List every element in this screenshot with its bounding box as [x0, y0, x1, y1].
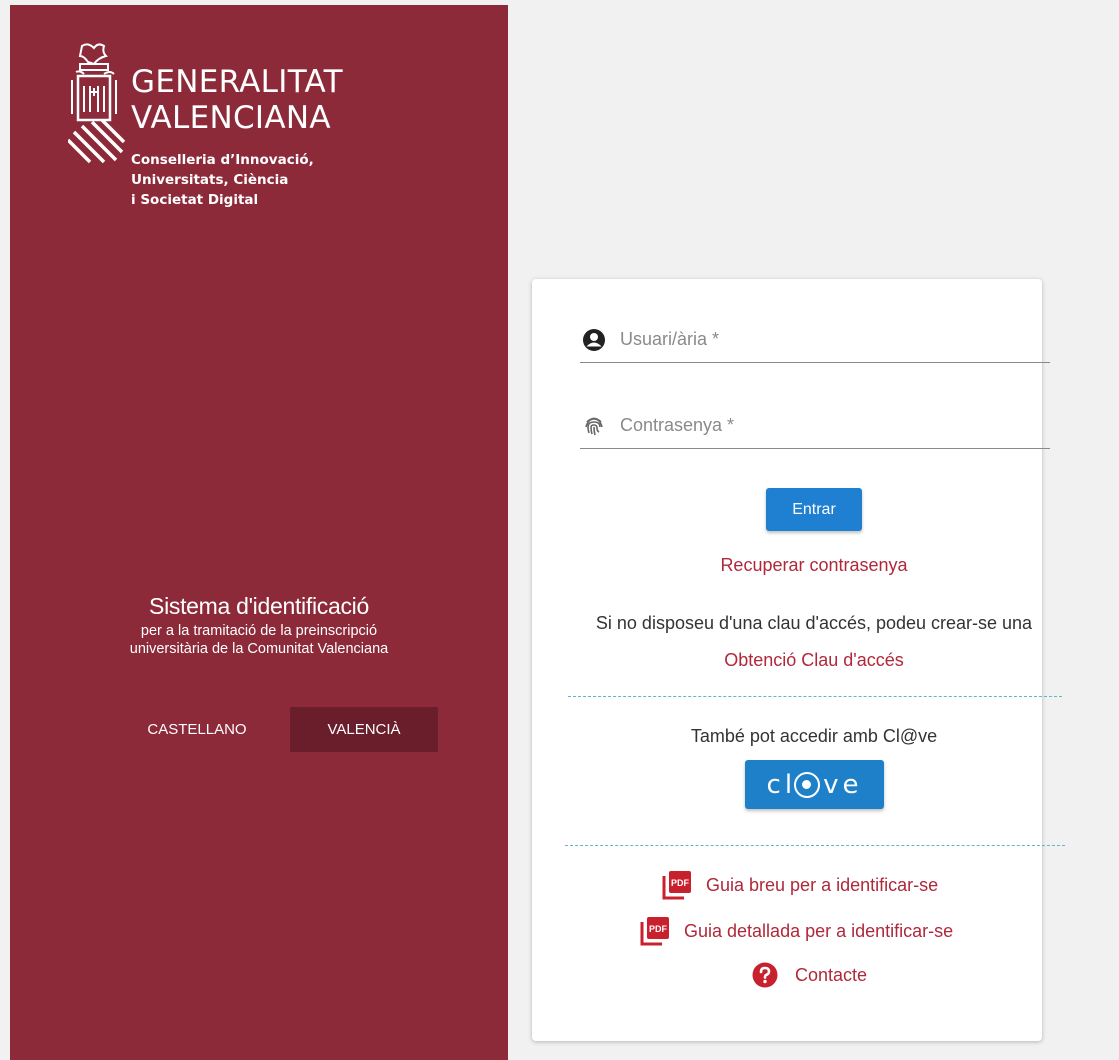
clave-at-icon	[794, 771, 821, 798]
clave-prompt: També pot accedir amb Cl@ve	[690, 726, 938, 746]
section-divider	[568, 696, 1062, 697]
detailed-guide-label: Guia detallada per a identificar-se	[684, 920, 954, 941]
username-field	[580, 316, 1050, 363]
detailed-guide-link[interactable]: PDF Guia detallada per a identificar-se	[640, 916, 953, 946]
logo-title: GENERALITAT VALENCIANA	[131, 64, 343, 136]
password-input[interactable]	[620, 410, 1040, 440]
section-divider	[565, 845, 1065, 846]
pdf-file-icon: PDF	[662, 871, 691, 900]
pdf-file-icon: PDF	[640, 917, 669, 946]
brand-panel: GENERALITAT VALENCIANA Conselleria d’Inn…	[10, 5, 508, 1060]
username-input[interactable]	[620, 324, 1040, 354]
department-line2: Universitats, Ciència	[131, 172, 289, 188]
logo-title-line1: GENERALITAT	[131, 64, 343, 100]
system-title: Sistema d'identificació	[149, 593, 369, 619]
department-line3: i Societat Digital	[131, 192, 259, 208]
obtain-access-key-link[interactable]: Obtenció Clau d'accés	[532, 650, 1096, 671]
generalitat-logo: GENERALITAT VALENCIANA Conselleria d’Inn…	[68, 42, 378, 222]
clave-logo-left: cl	[766, 769, 797, 800]
language-valencia-button[interactable]: VALENCIÀ	[290, 707, 438, 752]
generalitat-emblem-icon	[68, 43, 126, 164]
help-circle-icon	[752, 962, 778, 988]
account-circle-icon	[583, 329, 605, 351]
pdf-badge: PDF	[649, 924, 668, 934]
system-info: Sistema d'identificació per a la tramita…	[10, 592, 508, 658]
clave-login-button[interactable]: cl ve	[745, 760, 884, 809]
contact-link[interactable]: Contacte	[752, 962, 867, 988]
short-guide-link[interactable]: PDF Guia breu per a identificar-se	[662, 870, 938, 900]
short-guide-label: Guia breu per a identificar-se	[706, 874, 939, 895]
fingerprint-icon	[585, 417, 603, 436]
language-castellano-button[interactable]: CASTELLANO	[127, 707, 267, 752]
no-access-key-text: Si no disposeu d'una clau d'accés, podeu…	[595, 613, 1033, 633]
department-line1: Conselleria d’Innovació,	[131, 152, 314, 168]
contact-label: Contacte	[795, 964, 868, 985]
system-subtitle-line1: per a la tramitació de la preinscripció	[140, 623, 378, 639]
clave-logo-right: ve	[823, 769, 863, 800]
system-subtitle-line2: universitària de la Comunitat Valenciana	[129, 641, 389, 657]
password-field	[580, 402, 1050, 449]
pdf-badge: PDF	[671, 878, 690, 888]
recover-password-link[interactable]: Recuperar contrasenya	[532, 555, 1096, 576]
system-subtitle: per a la tramitació de la preinscripció …	[10, 622, 508, 658]
login-submit-button[interactable]: Entrar	[766, 488, 862, 531]
logo-title-line2: VALENCIANA	[131, 100, 331, 136]
department-name: Conselleria d’Innovació, Universitats, C…	[131, 150, 314, 210]
